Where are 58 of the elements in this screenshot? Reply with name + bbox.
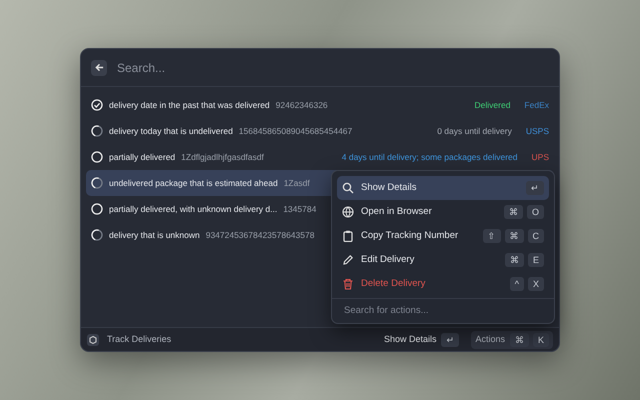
key-hint: O: [526, 205, 544, 219]
key-hint: ^: [510, 277, 524, 291]
pencil-icon: [342, 254, 354, 266]
action-item[interactable]: Copy Tracking Number ⇧ ⌘ C: [337, 224, 549, 248]
key-hint: ↵: [526, 181, 544, 195]
carrier-label: UPS: [532, 150, 549, 164]
delivery-name: delivery today that is undelivered: [109, 124, 233, 138]
back-button[interactable]: [91, 60, 107, 76]
delivery-status: 0 days until delivery: [437, 124, 512, 138]
key-hint: ⌘: [504, 253, 524, 267]
action-search-field[interactable]: Search for actions...: [342, 303, 544, 320]
key-hint: ↵: [441, 332, 460, 346]
carrier-label: FedEx: [524, 98, 549, 112]
delivery-name: partially delivered: [109, 150, 176, 164]
circle-icon: [91, 151, 103, 163]
key-hint: ⌘: [510, 332, 529, 346]
delivery-name: partially delivered, with unknown delivery d...: [109, 202, 278, 216]
clipboard-icon: [342, 230, 354, 242]
delivery-status: Delivered: [474, 98, 510, 112]
key-hint: ⌘: [504, 205, 523, 219]
arrow-left-icon: [94, 63, 104, 72]
action-item[interactable]: Show Details ↵: [337, 176, 549, 200]
key-hint: E: [528, 253, 544, 267]
tracking-number: 156845865089045685454467: [238, 124, 352, 138]
actions-button[interactable]: Actions ⌘ K: [471, 330, 553, 348]
key-hint: ⇧: [482, 229, 500, 243]
trash-icon: [342, 278, 354, 290]
action-item[interactable]: Edit Delivery ⌘ E: [337, 248, 549, 272]
delivery-row[interactable]: delivery today that is undelivered 156845865089045685454467 0 days until delivery USPS: [86, 118, 554, 144]
show-details-button[interactable]: Show Details ↵: [380, 330, 464, 348]
check-circle-icon: [91, 99, 103, 111]
globe-icon: [342, 206, 354, 218]
search-field[interactable]: Search...: [115, 58, 549, 78]
carrier-label: USPS: [526, 124, 549, 138]
tracking-number: 1345784: [283, 202, 316, 216]
tracking-number: 1Zdflgjadlhjfgasdfasdf: [181, 150, 264, 164]
tracking-number: 93472453678423578643578: [206, 228, 314, 242]
tracking-number: 1Zasdf: [284, 176, 310, 190]
action-item[interactable]: Open in Browser ⌘ O: [337, 200, 549, 224]
key-hint: X: [528, 277, 544, 291]
key-hint: ⌘: [504, 229, 524, 243]
key-hint: K: [532, 332, 549, 346]
action-item[interactable]: Delete Delivery ^ X: [337, 272, 549, 296]
circle-icon: [91, 203, 103, 215]
partial-circle-icon: [91, 125, 103, 137]
delivery-name: undelivered package that is estimated ahead: [109, 176, 278, 190]
delivery-row[interactable]: partially delivered 1Zdflgjadlhjfgasdfasdf 4 days until delivery; some packages delivered UPS: [86, 144, 554, 170]
delivery-row[interactable]: delivery date in the past that was delivered 92462346326 Delivered FedEx: [86, 92, 554, 118]
box-icon: [87, 334, 99, 346]
delivery-name: delivery date in the past that was delivered: [109, 98, 270, 112]
search-icon: [342, 182, 354, 194]
delivery-name: delivery that is unknown: [109, 228, 200, 242]
partial-circle-icon: [91, 177, 103, 189]
delivery-status: 4 days until delivery; some packages delivered: [342, 150, 518, 164]
footer-title: Track Deliveries: [107, 332, 172, 346]
tracking-number: 92462346326: [276, 98, 328, 112]
partial-circle-icon: [91, 229, 103, 241]
key-hint: C: [528, 229, 544, 243]
